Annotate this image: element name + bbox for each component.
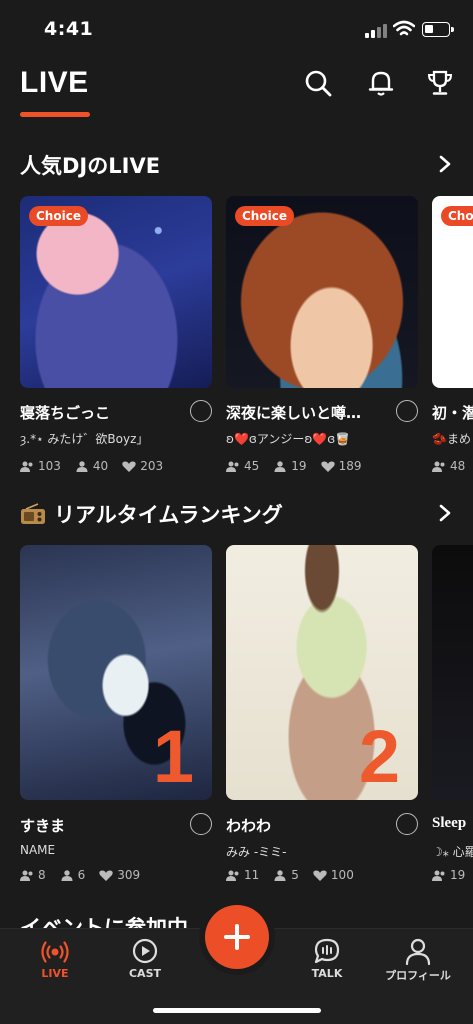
talk-bubble-icon <box>314 938 340 964</box>
rank-number: 1 <box>152 715 194 798</box>
rank-number: 2 <box>358 715 400 798</box>
dj-name: みみ -ミミ- <box>226 845 287 859</box>
live-title: 初・潜 <box>432 404 473 422</box>
member-count: 19 <box>291 459 307 473</box>
bell-icon[interactable] <box>366 68 396 98</box>
tab-label: CAST <box>128 967 161 980</box>
live-stats: 45 19 189 <box>226 459 361 473</box>
popular-dj-section-header[interactable]: 人気DJのLIVE <box>20 150 460 182</box>
live-thumbnail[interactable]: Choice <box>432 196 473 388</box>
live-thumbnail[interactable]: Choice <box>20 196 212 388</box>
chevron-right-icon[interactable] <box>438 503 452 523</box>
like-count: 309 <box>117 868 141 882</box>
title-underline <box>20 112 90 117</box>
choice-badge: Choice <box>235 206 294 226</box>
dj-name: NAME <box>20 843 56 857</box>
plus-icon[interactable] <box>205 905 269 969</box>
tab-label: TALK <box>311 967 343 980</box>
listeners-icon <box>432 461 445 472</box>
live-stats: 103 40 203 <box>20 459 163 473</box>
listener-count: 48 <box>450 459 466 473</box>
member-count: 5 <box>291 868 299 882</box>
member-icon <box>61 869 73 881</box>
live-thumbnail[interactable]: Choice <box>226 196 418 388</box>
live-stats: 19 <box>432 868 465 882</box>
app-header: LIVE <box>0 60 473 120</box>
headphones-icon <box>396 400 418 422</box>
choice-badge: Choice <box>29 206 88 226</box>
wifi-icon <box>393 20 415 36</box>
home-indicator <box>153 1008 321 1013</box>
live-title: すきま <box>20 817 66 835</box>
live-stats: 8 6 309 <box>20 868 140 882</box>
dj-name: ȝ.*⋆ みたけ゛欲Boyz」 <box>20 432 149 446</box>
choice-badge: Choice <box>441 206 473 226</box>
section-title: 人気DJのLIVE <box>20 154 161 178</box>
live-card[interactable]: Choice 初・潜 🫘まめ 48 <box>432 196 473 486</box>
listeners-icon <box>226 870 239 881</box>
ranking-thumbnail[interactable]: 2 <box>226 545 418 800</box>
listeners-icon <box>20 870 33 881</box>
broadcast-icon <box>41 941 69 963</box>
live-title: Sleep <box>432 815 467 831</box>
headphones-icon <box>190 400 212 422</box>
like-count: 189 <box>338 459 362 473</box>
listeners-icon <box>432 870 445 881</box>
radio-icon <box>21 503 45 524</box>
live-title: 寝落ちごっこ <box>20 404 111 422</box>
listeners-icon <box>20 461 33 472</box>
ranking-thumbnail[interactable]: 1 <box>20 545 212 800</box>
member-count: 40 <box>92 459 109 473</box>
heart-icon <box>122 461 136 472</box>
person-icon <box>405 938 431 966</box>
dj-name: 🫘まめ <box>432 432 471 446</box>
member-count: 6 <box>77 868 86 882</box>
status-time: 4:41 <box>44 18 94 40</box>
ranking-card[interactable]: Sleep ☽⁎ 心羅 19 <box>432 545 473 890</box>
like-count: 100 <box>330 868 354 882</box>
heart-icon <box>320 461 335 472</box>
section-title: リアルタイムランキング <box>54 503 283 527</box>
tab-label: プロフィール <box>385 969 451 982</box>
tab-label: LIVE <box>41 967 69 980</box>
member-icon <box>274 460 286 472</box>
live-title: 深夜に楽しいと噂… <box>226 404 362 422</box>
play-circle-icon <box>132 938 158 964</box>
dj-name: ☽⁎ 心羅 <box>432 845 473 859</box>
listener-count: 19 <box>450 868 466 882</box>
live-title: わわわ <box>226 817 272 835</box>
listener-count: 8 <box>38 868 46 882</box>
status-bar: 4:41 <box>0 0 473 58</box>
section-title: イベントに参加中 <box>20 916 188 928</box>
ranking-thumbnail[interactable] <box>432 545 473 800</box>
listener-count: 45 <box>244 459 260 473</box>
live-stats: 11 5 100 <box>226 868 354 882</box>
cellular-signal-icon <box>365 24 387 38</box>
heart-icon <box>313 870 327 881</box>
heart-icon <box>99 870 113 881</box>
headphones-icon <box>396 813 418 835</box>
trophy-icon[interactable] <box>425 68 455 98</box>
dj-name: ʚ❤️ɞアンジーʚ❤️ɞ🥃 <box>226 432 351 446</box>
chevron-right-icon[interactable] <box>438 154 452 174</box>
ranking-card[interactable]: 2 わわわ みみ -ミミ- 11 5 100 <box>226 545 418 882</box>
live-stats: 48 <box>432 459 465 473</box>
ranking-card[interactable]: 1 すきま NAME 8 6 309 <box>20 545 212 882</box>
like-count: 203 <box>140 459 164 473</box>
search-icon[interactable] <box>303 68 333 98</box>
listener-count: 103 <box>38 459 61 473</box>
listener-count: 11 <box>244 868 260 882</box>
member-icon <box>274 869 286 881</box>
page-title[interactable]: LIVE <box>20 66 89 100</box>
battery-icon <box>422 22 454 37</box>
headphones-icon <box>190 813 212 835</box>
ranking-section-header[interactable]: リアルタイムランキング <box>20 499 460 531</box>
member-icon <box>76 460 88 472</box>
listeners-icon <box>226 461 239 472</box>
